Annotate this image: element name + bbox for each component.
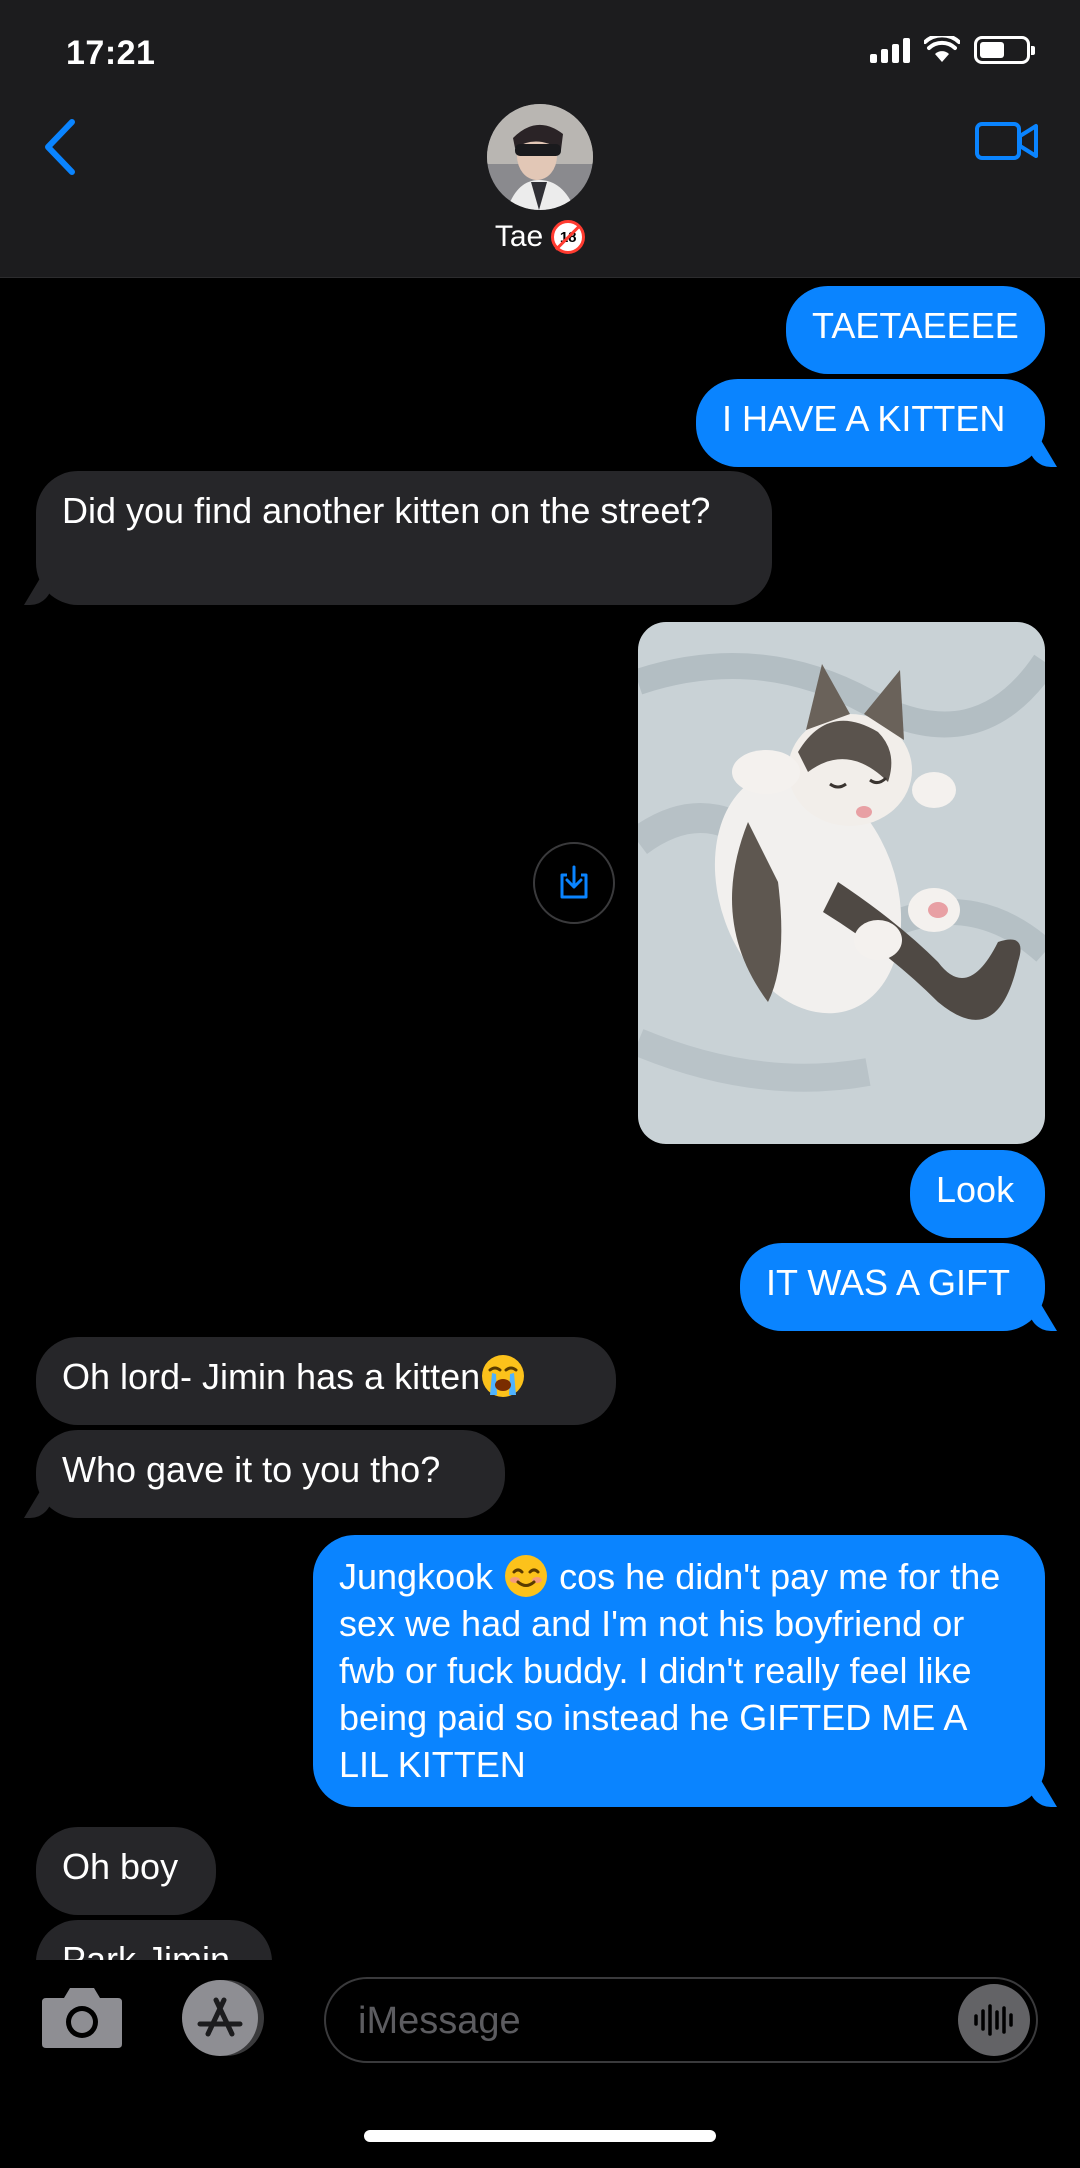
- message-text: Look: [936, 1169, 1015, 1210]
- message-text: TAETAEEEE: [812, 305, 1019, 346]
- download-icon: [560, 865, 588, 899]
- message-text: Did you find another kitten on the stree…: [62, 490, 711, 531]
- camera-icon[interactable]: [40, 1984, 124, 2050]
- battery-icon: [974, 36, 1035, 64]
- contact-name-row: Tae 18: [494, 220, 586, 254]
- contact-name: Tae: [494, 220, 544, 253]
- message-text: Oh lord- Jimin has a kitten: [62, 1356, 481, 1397]
- message-thread[interactable]: TAETAEEEE I HAVE A KITTEN Did you find a…: [0, 280, 1080, 1960]
- app-store-icon[interactable]: [176, 1978, 272, 2058]
- wifi-icon: [924, 36, 960, 62]
- audio-waveform-icon[interactable]: [958, 1984, 1030, 2056]
- loudly-crying-face-icon: [482, 1355, 525, 1398]
- message-composer: [0, 1960, 1080, 2168]
- message-bubble-incoming[interactable]: Park Jimin: [36, 1920, 272, 1960]
- message-text: Park Jimin: [62, 1939, 231, 1960]
- save-photo-button[interactable]: [533, 842, 615, 924]
- message-bubble-outgoing[interactable]: TAETAEEEE: [786, 286, 1045, 374]
- navigation-header: 17:21 Tae 18: [0, 0, 1080, 278]
- message-text: Who gave it to you tho?: [62, 1449, 441, 1490]
- message-bubble-incoming[interactable]: Who gave it to you tho?: [36, 1430, 505, 1518]
- home-indicator[interactable]: [364, 2130, 716, 2142]
- kitten-photo[interactable]: [638, 622, 1045, 1144]
- no-under-18-icon: 18: [551, 220, 586, 254]
- message-bubble-incoming[interactable]: Did you find another kitten on the stree…: [36, 471, 772, 605]
- message-text: IT WAS A GIFT: [766, 1262, 1011, 1303]
- message-bubble-incoming[interactable]: Oh boy: [36, 1827, 216, 1915]
- status-time: 17:21: [66, 34, 156, 72]
- message-bubble-incoming[interactable]: Oh lord- Jimin has a kitten: [36, 1337, 616, 1425]
- smiling-face-icon: [505, 1555, 548, 1598]
- message-bubble-outgoing[interactable]: Jungkook cos he didn't pay me for the se…: [313, 1535, 1045, 1807]
- avatar[interactable]: [487, 104, 593, 210]
- message-bubble-outgoing[interactable]: Look: [910, 1150, 1045, 1238]
- message-input[interactable]: [356, 1979, 960, 2063]
- imessage-input-field[interactable]: [324, 1977, 1038, 2063]
- message-text: I HAVE A KITTEN: [722, 398, 1006, 439]
- message-text: Jungkook: [339, 1556, 494, 1597]
- video-camera-icon[interactable]: [974, 118, 1040, 164]
- contact-info[interactable]: Tae 18: [0, 104, 1080, 254]
- cellular-signal-icon: [870, 37, 910, 63]
- message-bubble-outgoing[interactable]: I HAVE A KITTEN: [696, 379, 1045, 467]
- message-bubble-outgoing[interactable]: IT WAS A GIFT: [740, 1243, 1045, 1331]
- message-text: Oh boy: [62, 1846, 179, 1887]
- status-icons: [870, 36, 1035, 64]
